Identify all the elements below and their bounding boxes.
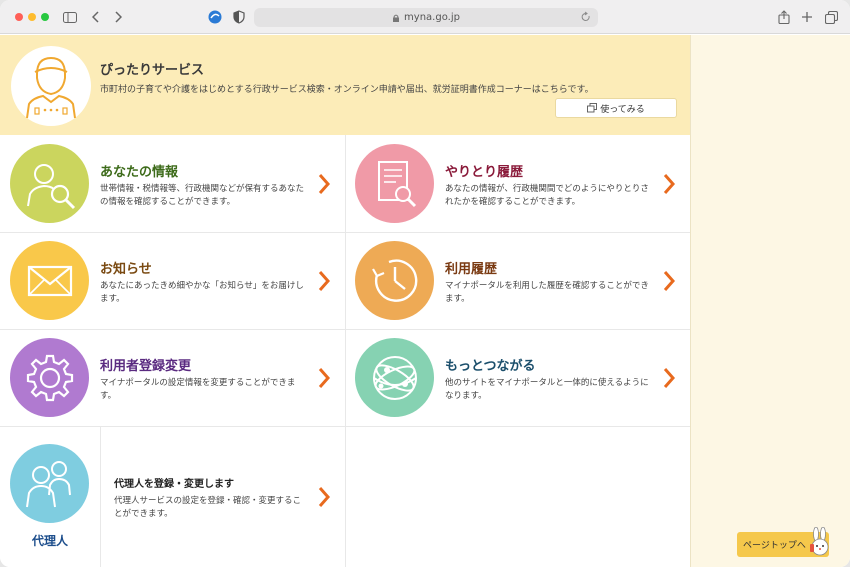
card-description: 他のサイトをマイナポータルと一体的に使えるようになります。 [445, 378, 649, 401]
try-it-button-label: 使ってみる [600, 104, 645, 115]
pittari-service-banner[interactable]: ぴったりサービス 市町村の子育てや介護をはじめとする行政サービス検索・オンライン… [0, 35, 690, 135]
browser-toolbar: myna.go.jp [0, 0, 850, 34]
envelope-icon [10, 241, 89, 320]
chevron-right-icon [318, 174, 331, 194]
globe-network-icon [355, 338, 434, 417]
chevron-right-icon [318, 271, 331, 291]
card-title: あなたの情報 [100, 165, 179, 180]
chevron-right-icon [318, 368, 331, 388]
proxy-people-icon [10, 444, 89, 523]
try-it-button[interactable]: 使ってみる [555, 98, 677, 118]
chevron-right-icon [663, 271, 676, 291]
proxy-description: 代理人サービスの設定を登録・確認・変更することができます。 [114, 496, 302, 519]
card-description: マイナポータルを利用した履歴を確認することができます。 [445, 281, 649, 304]
chevron-right-icon [663, 368, 676, 388]
close-window-button[interactable] [15, 13, 23, 21]
new-tab-icon[interactable] [799, 9, 815, 25]
card-exchange-history[interactable]: やりとり履歴 あなたの情報が、行政機関間でどのようにやりとりされたかを確認するこ… [345, 135, 690, 232]
browser-window: myna.go.jp ぴったりサービス 市町村の子育てや介護をはじめとする行政サ… [0, 0, 850, 567]
card-title: やりとり履歴 [445, 165, 524, 180]
banner-description: 市町村の子育てや介護をはじめとする行政サービス検索・オンライン申請や届出、就労証… [100, 85, 594, 95]
chevron-right-icon [663, 174, 676, 194]
tab-overview-icon[interactable] [823, 9, 839, 25]
staff-avatar-icon [11, 46, 91, 126]
card-your-information[interactable]: あなたの情報 世帯情報・税情報等、行政機関などが保有するあなたの情報を確認するこ… [0, 135, 345, 232]
zoom-window-button[interactable] [41, 13, 49, 21]
card-usage-history[interactable]: 利用履歴 マイナポータルを利用した履歴を確認することができます。 [345, 232, 690, 329]
proxy-title: 代理人を登録・変更します [114, 479, 234, 490]
person-search-icon [10, 144, 89, 223]
card-description: あなたの情報が、行政機関間でどのようにやりとりされたかを確認することができます。 [445, 184, 649, 207]
external-window-icon [587, 103, 598, 113]
address-bar[interactable]: myna.go.jp [254, 8, 598, 27]
sidebar-toggle-icon[interactable] [62, 9, 78, 25]
page-top-label: ページトップへ [743, 541, 806, 551]
banner-title: ぴったりサービス [100, 63, 205, 78]
mascot-rabbit-icon [810, 527, 829, 556]
proxy-label: 代理人 [31, 534, 68, 548]
url-text: myna.go.jp [404, 12, 460, 23]
document-search-icon [355, 144, 434, 223]
card-proxy[interactable]: 代理人 代理人を登録・変更します 代理人サービスの設定を登録・確認・変更すること… [0, 427, 345, 567]
card-title: 利用者登録変更 [100, 359, 192, 374]
card-notifications[interactable]: お知らせ あなたにあったきめ細やかな「お知らせ」をお届けします。 [0, 232, 345, 329]
back-icon[interactable] [88, 9, 104, 25]
card-title: もっとつながる [445, 359, 536, 374]
chevron-right-icon [318, 487, 331, 507]
main-area: ぴったりサービス 市町村の子育てや介護をはじめとする行政サービス検索・オンライン… [0, 35, 690, 567]
page-content: ぴったりサービス 市町村の子育てや介護をはじめとする行政サービス検索・オンライン… [0, 35, 850, 567]
card-description: 世帯情報・税情報等、行政機関などが保有するあなたの情報を確認することができます。 [100, 184, 305, 207]
card-title: お知らせ [100, 262, 152, 277]
card-description: あなたにあったきめ細やかな「お知らせ」をお届けします。 [100, 281, 304, 304]
reload-icon[interactable] [581, 11, 591, 23]
clock-icon [355, 241, 434, 320]
privacy-shield-icon[interactable] [231, 9, 247, 25]
right-sidebar [690, 35, 850, 567]
card-user-registration-change[interactable]: 利用者登録変更 マイナポータルの設定情報を変更することができます。 [0, 329, 345, 426]
card-connect-more[interactable]: もっとつながる 他のサイトをマイナポータルと一体的に使えるようになります。 [345, 329, 690, 426]
card-description: マイナポータルの設定情報を変更することができます。 [100, 378, 296, 401]
forward-icon[interactable] [110, 9, 126, 25]
gear-icon [10, 338, 89, 417]
card-title: 利用履歴 [445, 262, 498, 277]
extension-icon[interactable] [207, 9, 223, 25]
lock-icon [393, 14, 400, 22]
share-icon[interactable] [776, 9, 792, 25]
minimize-window-button[interactable] [28, 13, 36, 21]
